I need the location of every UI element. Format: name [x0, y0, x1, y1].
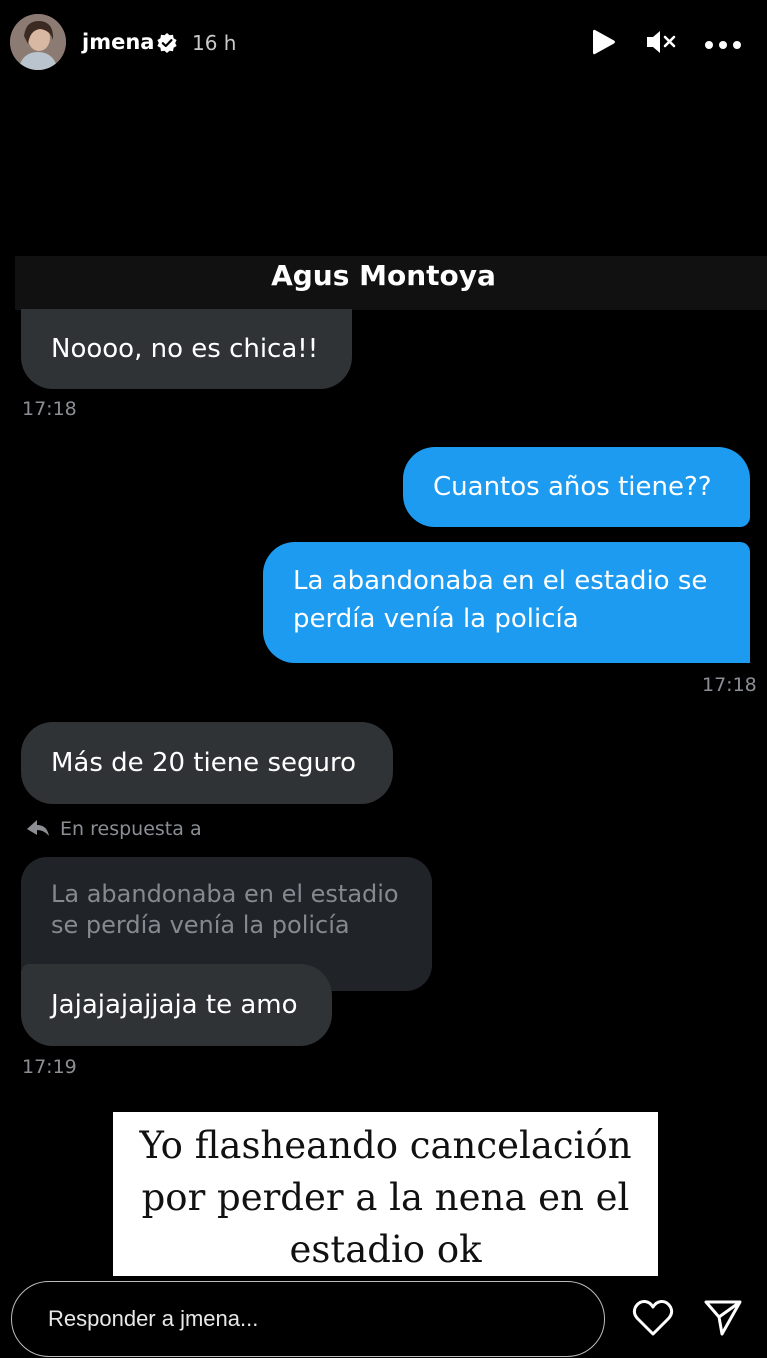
reply-arrow-icon	[26, 818, 60, 840]
message-timestamp: 17:19	[22, 1056, 77, 1078]
reply-context-label: En respuesta a	[26, 818, 202, 840]
reply-context-text: En respuesta a	[60, 818, 202, 840]
play-button[interactable]	[586, 26, 622, 62]
message-timestamp: 17:18	[22, 398, 77, 420]
verified-badge-icon	[156, 32, 178, 54]
story-header: jmena 16 h	[0, 0, 767, 90]
message-text: Más de 20 tiene seguro	[51, 748, 356, 778]
send-icon	[703, 1299, 743, 1341]
avatar[interactable]	[10, 14, 66, 70]
more-icon	[704, 35, 742, 54]
like-button[interactable]	[631, 1298, 675, 1342]
send-button[interactable]	[701, 1298, 745, 1342]
quoted-text-line: se perdía venía la policía	[51, 911, 350, 939]
play-icon	[591, 28, 617, 60]
message-text: Jajajajajjaja te amo	[51, 990, 298, 1020]
story-username[interactable]: jmena	[82, 30, 154, 54]
message-text-line: La abandonaba en el estadio se	[293, 566, 708, 596]
outgoing-message: Cuantos años tiene??	[403, 447, 750, 527]
mute-icon	[645, 28, 677, 60]
message-text: Noooo, no es chica!!	[51, 334, 319, 364]
more-options-button[interactable]	[705, 26, 741, 62]
story-caption: Yo flasheando cancelación por perder a l…	[113, 1112, 658, 1276]
outgoing-message: La abandonaba en el estadio se perdía ve…	[263, 542, 750, 663]
message-text: Cuantos años tiene??	[433, 472, 712, 502]
incoming-message: Más de 20 tiene seguro	[21, 722, 393, 804]
chat-contact-name: Agus Montoya	[271, 259, 496, 292]
message-timestamp: 17:18	[702, 674, 757, 696]
caption-line: Yo flasheando cancelación	[139, 1124, 632, 1167]
reply-input[interactable]	[11, 1281, 605, 1357]
mute-button[interactable]	[643, 26, 679, 62]
caption-line: estadio ok	[289, 1228, 482, 1271]
caption-line: por perder a la nena en el	[141, 1176, 630, 1219]
incoming-message: Jajajajajjaja te amo	[21, 964, 332, 1046]
incoming-message: Noooo, no es chica!!	[21, 309, 352, 389]
quoted-text-line: La abandonaba en el estadio	[51, 880, 399, 908]
message-text-line: perdía venía la policía	[293, 604, 579, 634]
story-time-ago: 16 h	[192, 31, 237, 55]
heart-icon	[632, 1299, 674, 1341]
